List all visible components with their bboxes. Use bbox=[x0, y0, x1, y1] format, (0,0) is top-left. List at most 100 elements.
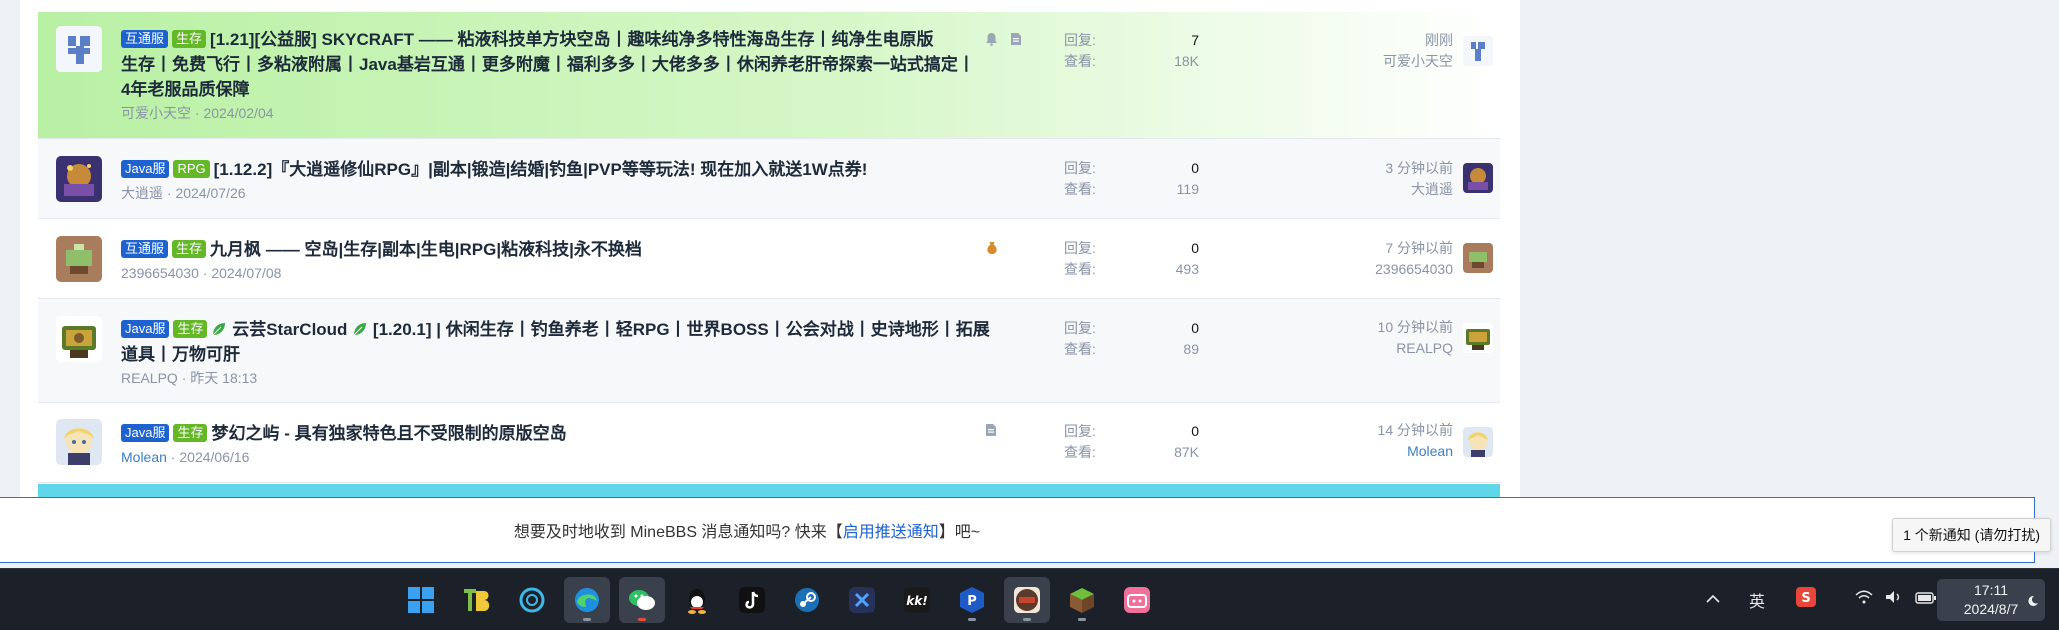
latest-post: 10 分钟以前 REALPQ bbox=[1238, 317, 1453, 359]
thread-title[interactable]: Java服 生存 梦幻之屿 - 具有独家特色且不受限制的原版空岛 bbox=[121, 421, 1001, 446]
prefix-label[interactable]: Java服 bbox=[121, 160, 170, 178]
volume-icon[interactable] bbox=[1885, 590, 1903, 609]
thread-row[interactable]: 互通服 生存 九月枫 —— 空岛|生存|副本|生电|RPG|粘液科技|永不换档 23… bbox=[38, 219, 1500, 299]
author-avatar[interactable] bbox=[56, 26, 102, 72]
prefix-label[interactable]: 生存 bbox=[173, 424, 208, 442]
latest-time[interactable]: 3 分钟以前 bbox=[1238, 158, 1453, 179]
latest-user[interactable]: 2396654030 bbox=[1238, 259, 1453, 280]
thread-title-text[interactable]: [1.12.2]『大逍遥修仙RPG』|副本|锻造|结婚|钓鱼|PVP等等玩法! … bbox=[214, 160, 868, 179]
taskbar-app-p[interactable]: P bbox=[949, 577, 995, 623]
replies-count: 7 bbox=[1191, 32, 1199, 48]
enable-push-link[interactable]: 启用推送通知 bbox=[843, 524, 939, 541]
taskbar-app-game[interactable] bbox=[1004, 577, 1050, 623]
latest-time[interactable]: 10 分钟以前 bbox=[1238, 317, 1453, 338]
thread-title[interactable]: 互通服 生存 九月枫 —— 空岛|生存|副本|生电|RPG|粘液科技|永不换档 bbox=[121, 237, 1001, 262]
thread-status-icons bbox=[985, 32, 1022, 49]
thread-meta: 大逍遥 · 2024/07/26 bbox=[121, 185, 246, 201]
prefix-label[interactable]: Java服 bbox=[121, 320, 170, 338]
author-avatar[interactable] bbox=[56, 156, 102, 202]
views-label: 查看: bbox=[1064, 341, 1096, 357]
battery-icon[interactable] bbox=[1915, 591, 1937, 609]
sogou-ime-icon[interactable]: S bbox=[1795, 586, 1817, 613]
prefix-label[interactable]: Java服 bbox=[121, 424, 170, 442]
thread-list: 互通服 生存 [1.21][公益服] SKYCRAFT —— 粘液科技单方块空岛丨趣… bbox=[38, 12, 1500, 483]
thread-title-line[interactable]: 4年老服品质保障 bbox=[121, 77, 1001, 102]
thread-date[interactable]: 2024/02/04 bbox=[203, 105, 273, 121]
taskbar-app-steam[interactable] bbox=[784, 577, 830, 623]
latest-time[interactable]: 14 分钟以前 bbox=[1238, 420, 1453, 441]
prefix-label[interactable]: 互通服 bbox=[121, 240, 169, 258]
thread-title[interactable]: Java服 RPG [1.12.2]『大逍遥修仙RPG』|副本|锻造|结婚|钓鱼|P… bbox=[121, 157, 1001, 182]
views-count: 87K bbox=[1174, 444, 1199, 460]
taskbar-app-tb[interactable] bbox=[454, 577, 500, 623]
latest-user[interactable]: 大逍遥 bbox=[1238, 179, 1453, 200]
taskbar: kk! P 英 S 17:11 2024/8/7 bbox=[0, 568, 2059, 630]
notification-toast[interactable]: 1 个新通知 (请勿打扰) bbox=[1892, 518, 2051, 552]
thread-title-text[interactable]: 云芸StarCloud bbox=[232, 320, 347, 339]
tiktok-icon bbox=[739, 587, 765, 613]
thread-title-text[interactable]: [1.21][公益服] SKYCRAFT —— 粘液科技单方块空岛丨趣味纯净多特… bbox=[210, 30, 933, 49]
prefix-label[interactable]: 生存 bbox=[172, 240, 207, 258]
prefix-label[interactable]: 生存 bbox=[173, 320, 208, 338]
svg-text:P: P bbox=[967, 594, 977, 609]
latest-user-avatar[interactable] bbox=[1463, 427, 1493, 457]
latest-user-avatar[interactable] bbox=[1463, 36, 1493, 66]
thread-title-line[interactable]: 生存丨免费飞行丨多粘液附属丨Java基岩互通丨更多附魔丨福利多多丨大佬多多丨休闲… bbox=[121, 52, 1001, 77]
x-app-icon bbox=[849, 587, 875, 613]
prefix-label[interactable]: RPG bbox=[173, 160, 210, 178]
thread-title[interactable]: 互通服 生存 [1.21][公益服] SKYCRAFT —— 粘液科技单方块空岛丨趣… bbox=[121, 27, 1001, 52]
latest-user-avatar[interactable] bbox=[1463, 323, 1493, 353]
taskbar-app-edge[interactable] bbox=[564, 577, 610, 623]
latest-time[interactable]: 刚刚 bbox=[1238, 30, 1453, 51]
thread-date[interactable]: 2024/07/08 bbox=[211, 265, 281, 281]
latest-time[interactable]: 7 分钟以前 bbox=[1238, 238, 1453, 259]
author-avatar[interactable] bbox=[56, 316, 102, 362]
latest-user-avatar[interactable] bbox=[1463, 163, 1493, 193]
replies-label: 回复: bbox=[1064, 160, 1096, 176]
thread-author[interactable]: 2396654030 bbox=[121, 265, 199, 281]
thread-title[interactable]: Java服 生存 云芸StarCloud [1.20.1] | 休闲生存丨钓鱼养老… bbox=[121, 317, 1001, 342]
latest-user[interactable]: Molean bbox=[1238, 441, 1453, 462]
thread-date[interactable]: 2024/07/26 bbox=[175, 185, 245, 201]
thread-stats: 回复: 7 查看: 18K bbox=[1064, 30, 1199, 72]
do-not-disturb-icon bbox=[2027, 593, 2039, 612]
ime-indicator[interactable]: 英 bbox=[1749, 588, 1765, 612]
thread-date[interactable]: 2024/06/16 bbox=[179, 449, 249, 465]
taskbar-app-minecraft[interactable] bbox=[1059, 577, 1105, 623]
prefix-label[interactable]: 生存 bbox=[172, 30, 207, 48]
thread-row[interactable]: Java服 RPG [1.12.2]『大逍遥修仙RPG』|副本|锻造|结婚|钓鱼|P… bbox=[38, 139, 1500, 219]
thread-title-line[interactable]: 道具丨万物可肝 bbox=[121, 342, 1001, 367]
thread-author[interactable]: 大逍遥 bbox=[121, 185, 163, 201]
latest-user[interactable]: 可爱小天空 bbox=[1238, 51, 1453, 72]
thread-author[interactable]: 可爱小天空 bbox=[121, 105, 191, 121]
prefix-label[interactable]: 互通服 bbox=[121, 30, 169, 48]
thread-date[interactable]: 昨天 18:13 bbox=[190, 370, 257, 386]
views-count: 493 bbox=[1175, 261, 1199, 277]
grass-block-icon bbox=[1070, 588, 1094, 613]
thread-author[interactable]: Molean bbox=[121, 449, 167, 465]
taskbar-app-x[interactable] bbox=[839, 577, 885, 623]
taskbar-app-tiktok[interactable] bbox=[729, 577, 775, 623]
taskbar-app-bilibili[interactable] bbox=[1114, 577, 1160, 623]
chevron-up-icon[interactable] bbox=[1705, 591, 1721, 609]
latest-user-avatar[interactable] bbox=[1463, 243, 1493, 273]
taskbar-app-ring[interactable] bbox=[509, 577, 555, 623]
thread-row[interactable]: 互通服 生存 [1.21][公益服] SKYCRAFT —— 粘液科技单方块空岛丨趣… bbox=[38, 12, 1500, 139]
thread-title-text[interactable]: 梦幻之屿 - 具有独家特色且不受限制的原版空岛 bbox=[211, 424, 566, 443]
wifi-icon[interactable] bbox=[1855, 590, 1873, 609]
author-avatar[interactable] bbox=[56, 236, 102, 282]
views-count: 18K bbox=[1174, 53, 1199, 69]
taskbar-app-qq[interactable] bbox=[674, 577, 720, 623]
taskbar-clock[interactable]: 17:11 2024/8/7 bbox=[1937, 579, 2045, 621]
thread-row[interactable]: Java服 生存 云芸StarCloud [1.20.1] | 休闲生存丨钓鱼养老… bbox=[38, 299, 1500, 403]
author-avatar[interactable] bbox=[56, 419, 102, 465]
thread-author[interactable]: REALPQ bbox=[121, 370, 178, 386]
taskbar-app-wechat[interactable] bbox=[619, 577, 665, 623]
start-button[interactable] bbox=[398, 577, 444, 623]
thread-title-text[interactable]: 九月枫 —— 空岛|生存|副本|生电|RPG|粘液科技|永不换档 bbox=[210, 240, 642, 259]
thread-row[interactable]: Java服 生存 梦幻之屿 - 具有独家特色且不受限制的原版空岛 Molean · … bbox=[38, 403, 1500, 483]
latest-user[interactable]: REALPQ bbox=[1238, 338, 1453, 359]
windows-icon bbox=[408, 587, 434, 613]
taskbar-app-kk[interactable]: kk! bbox=[894, 577, 940, 623]
thread-title-text[interactable]: [1.20.1] | 休闲生存丨钓鱼养老丨轻RPG丨世界BOSS丨公会对战丨史诗… bbox=[373, 320, 990, 339]
